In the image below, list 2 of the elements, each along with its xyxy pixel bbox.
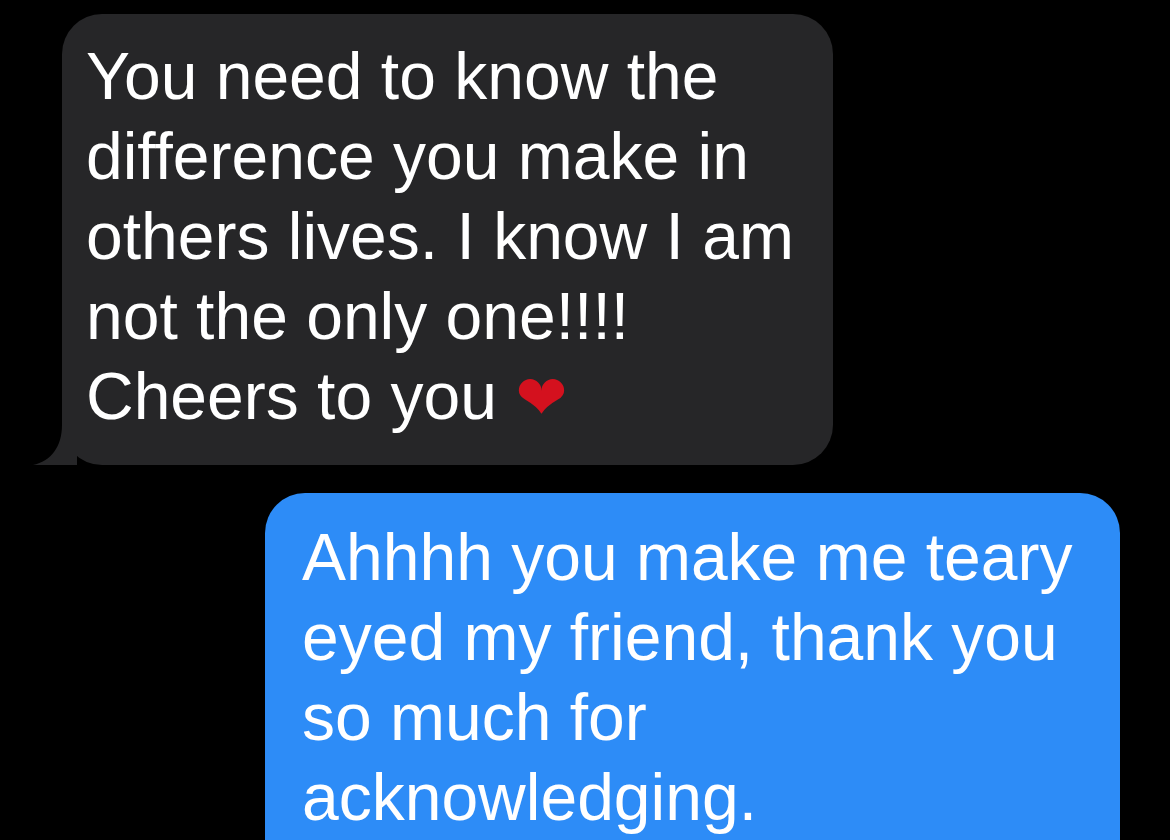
message-text: Ahhhh you make me teary eyed my friend, thank you so much for acknowledging. <box>302 520 1073 834</box>
message-text: You need to know the difference you make in others lives. I know I am not the only one!!!! Cheers to you ❤ <box>86 39 794 433</box>
